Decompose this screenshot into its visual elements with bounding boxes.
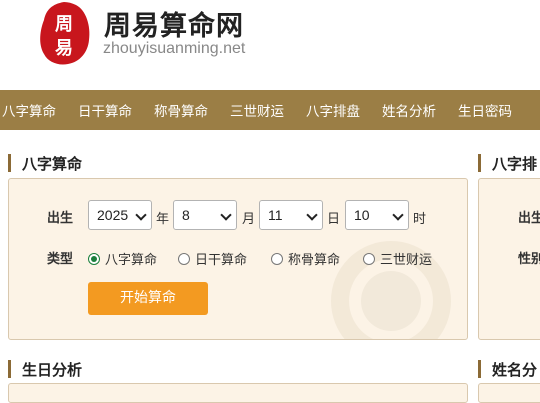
start-button[interactable]: 开始算命 [88,282,208,315]
year-unit: 年 [156,212,170,227]
radio-label: 八字算命 [105,253,158,268]
main-nav: 八字算命 日干算命 称骨算命 三世财运 八字排盘 姓名分析 生日密码 [0,90,540,130]
radio-label: 三世财运 [380,253,433,268]
radio-chenggu[interactable]: 称骨算命 [271,249,340,268]
day-select[interactable]: 11 [259,200,323,230]
type-label: 类型 [47,252,74,267]
chevron-down-icon [392,209,404,221]
radio-icon [363,252,375,265]
name-card [478,383,540,403]
site-header: 周 易 周易算命网 zhouyisuanming.net [0,0,540,90]
bagua-center-icon [361,271,421,331]
paipan-gender-label: 性别 [518,252,540,267]
paipan-section-title: 八字排 [478,153,537,174]
birthday-section-title: 生日分析 [8,359,82,380]
month-select[interactable]: 8 [173,200,237,230]
chevron-down-icon [135,209,147,221]
radio-icon [271,252,283,265]
birth-label: 出生 [47,211,74,226]
year-value: 2025 [97,207,129,223]
nav-item-paipan[interactable]: 八字排盘 [303,100,371,120]
radio-checked-icon [88,252,100,265]
nav-item-sanshi[interactable]: 三世财运 [227,100,295,120]
svg-text:易: 易 [55,38,73,59]
hour-value: 10 [354,207,370,223]
radio-icon [178,252,190,265]
radio-label: 称骨算命 [288,253,341,268]
site-title[interactable]: 周易算命网 [104,4,244,43]
name-section-title: 姓名分 [478,359,537,380]
month-unit: 月 [242,212,256,227]
birthday-card [8,383,468,403]
nav-item-rigan[interactable]: 日干算命 [75,100,143,120]
paipan-birth-label: 出生 [518,211,540,226]
month-value: 8 [182,207,190,223]
nav-item-bazi[interactable]: 八字算命 [0,100,67,120]
radio-label: 日干算命 [195,253,248,268]
day-value: 11 [268,207,283,223]
hour-unit: 时 [413,212,427,227]
bazi-section-title: 八字算命 [8,153,82,174]
radio-sanshi[interactable]: 三世财运 [363,249,432,268]
year-select[interactable]: 2025 [88,200,152,230]
nav-item-chenggu[interactable]: 称骨算命 [151,100,219,120]
day-unit: 日 [327,212,341,227]
chevron-down-icon [306,209,318,221]
hour-select[interactable]: 10 [345,200,409,230]
chevron-down-icon [220,209,232,221]
radio-bazi[interactable]: 八字算命 [88,249,157,268]
site-url: zhouyisuanming.net [103,40,246,57]
svg-text:周: 周 [55,14,73,35]
nav-item-birthday[interactable]: 生日密码 [455,100,523,120]
nav-item-xingming[interactable]: 姓名分析 [379,100,447,120]
site-logo-icon[interactable]: 周 易 [34,0,94,68]
radio-rigan[interactable]: 日干算命 [178,249,247,268]
